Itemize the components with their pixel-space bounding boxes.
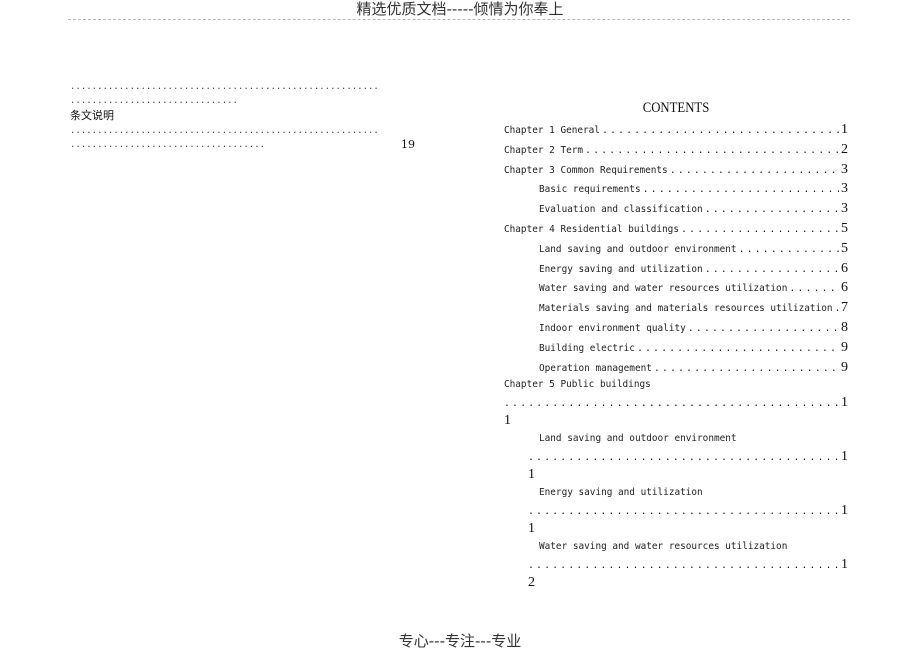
- page-header: 精选优质文档-----倾情为你奉上: [356, 0, 564, 18]
- toc-entry-label: Evaluation and classification: [539, 204, 703, 216]
- dot-leader: ........................................…: [70, 126, 379, 136]
- table-of-contents: CONTENTS Chapter 1 General 1 Chapter 2 Ter…: [504, 98, 848, 593]
- dot-leader: [681, 220, 839, 239]
- dot-leader: [528, 502, 839, 521]
- toc-entry-label: Water saving and water resources utiliza…: [539, 541, 788, 553]
- page-number: 3: [841, 201, 848, 217]
- dot-leader-row: 1: [528, 501, 848, 521]
- toc-entry-label: Chapter 5 Public buildings: [504, 379, 651, 391]
- header-divider: [68, 19, 850, 20]
- dot-leader: [637, 339, 839, 358]
- dot-leader: [739, 240, 839, 259]
- page-number: 1: [841, 449, 848, 465]
- dot-leader: [528, 556, 839, 575]
- dot-leader: [602, 121, 839, 140]
- dot-leader: [705, 260, 839, 279]
- left-toc-fragment: ........................................…: [70, 80, 415, 152]
- toc-entry[interactable]: Chapter 4 Residential buildings 5: [504, 219, 848, 239]
- page-number: 9: [841, 339, 848, 355]
- toc-entry[interactable]: Water saving and water resources utiliza…: [504, 278, 848, 298]
- toc-entry-label: Indoor environment quality: [539, 322, 686, 334]
- toc-entry-wrapped[interactable]: Water saving and water resources utiliza…: [504, 539, 848, 593]
- dot-leader: [705, 200, 839, 219]
- toc-entry[interactable]: Materials saving and materials resources…: [504, 298, 848, 318]
- toc-entry-label: Materials saving and materials resources…: [539, 303, 833, 315]
- page-number: 5: [841, 220, 848, 236]
- dot-leader: [585, 141, 839, 160]
- page-number: 1: [841, 557, 848, 573]
- page-number: 9: [841, 359, 848, 375]
- toc-entry-label: Water saving and water resources utiliza…: [539, 283, 788, 295]
- page-footer: 专心---专注---专业: [398, 632, 522, 650]
- toc-entry-wrapped[interactable]: Chapter 5 Public buildings 1 1: [504, 377, 848, 431]
- toc-entry-wrapped[interactable]: Land saving and outdoor environment 1 1: [504, 431, 848, 485]
- page-number: 1: [841, 395, 848, 411]
- toc-entry-label: Chapter 2 Term: [504, 144, 584, 156]
- dot-leader: [835, 299, 840, 318]
- page-number: 6: [841, 280, 848, 296]
- toc-entry[interactable]: Indoor environment quality 8: [504, 318, 848, 338]
- dot-leader: ....................................: [70, 140, 266, 150]
- dot-leader: ........................................…: [70, 82, 379, 92]
- page-number: 2: [841, 141, 848, 157]
- toc-entry-label: Operation management: [539, 362, 652, 374]
- toc-entry-label: Energy saving and utilization: [539, 263, 703, 275]
- toc-entry-label: Chapter 3 Common Requirements: [504, 164, 668, 176]
- page-number: 19: [401, 138, 415, 151]
- toc-entry-label: Chapter 1 General: [504, 125, 600, 136]
- toc-wrapped-entries: Chapter 5 Public buildings11Land saving …: [504, 377, 848, 593]
- page-number: 8: [841, 319, 848, 335]
- dot-leader: [670, 161, 839, 180]
- page-number-continued: 1: [504, 413, 511, 429]
- toc-title: CONTENTS: [642, 100, 710, 116]
- dot-leader: [789, 279, 839, 298]
- dot-leader: [643, 180, 839, 199]
- toc-entry[interactable]: Basic requirements 3: [504, 179, 848, 199]
- toc-entry-page-row: .................................... 19: [70, 138, 415, 152]
- toc-entry-label: Energy saving and utilization: [539, 487, 703, 499]
- page-number: 6: [841, 260, 848, 276]
- toc-entries: Chapter 1 General1Chapter 2 Term2Chapter…: [504, 120, 848, 377]
- toc-entry-label: Basic requirements: [539, 184, 641, 196]
- toc-entry[interactable]: Chapter 3 Common Requirements 3: [504, 160, 848, 180]
- toc-entry[interactable]: Building electric 9: [504, 338, 848, 358]
- dot-leader-row: 1: [528, 447, 848, 467]
- page-number: 5: [841, 240, 848, 256]
- toc-entry[interactable]: Chapter 2 Term 2: [504, 140, 848, 160]
- dot-leader: [688, 319, 839, 338]
- dot-leader-row: 1: [528, 555, 848, 575]
- toc-entry[interactable]: Evaluation and classification 3: [504, 199, 848, 219]
- toc-entry-label: Chapter 4 Residential buildings: [504, 223, 679, 235]
- toc-entry-label: 条文说明: [70, 109, 114, 122]
- page-number: 1: [841, 503, 848, 519]
- page-number: 7: [841, 300, 848, 316]
- toc-entry[interactable]: Land saving and outdoor environment 5: [504, 239, 848, 259]
- toc-entry-wrapped[interactable]: Energy saving and utilization 1 1: [504, 485, 848, 539]
- page-number: 3: [841, 161, 848, 177]
- toc-entry[interactable]: Energy saving and utilization 6: [504, 259, 848, 279]
- page-number: 1: [841, 122, 848, 137]
- page-number-continued: 2: [528, 575, 535, 591]
- toc-entry-label: Building electric: [539, 342, 635, 354]
- dot-leader: [504, 394, 839, 413]
- page-number: 3: [841, 181, 848, 197]
- page-number-continued: 1: [528, 521, 535, 537]
- toc-entry[interactable]: Operation management 9: [504, 358, 848, 378]
- page-number-continued: 1: [528, 467, 535, 483]
- dot-leader: [654, 359, 839, 378]
- dot-leader: ...............................: [70, 96, 238, 106]
- toc-entry[interactable]: Chapter 1 General 1: [504, 120, 848, 140]
- dot-leader: [528, 448, 839, 467]
- toc-entry-label: Land saving and outdoor environment: [539, 243, 737, 255]
- toc-entry-label: Land saving and outdoor environment: [539, 433, 737, 445]
- dot-leader-row: 1: [504, 393, 848, 413]
